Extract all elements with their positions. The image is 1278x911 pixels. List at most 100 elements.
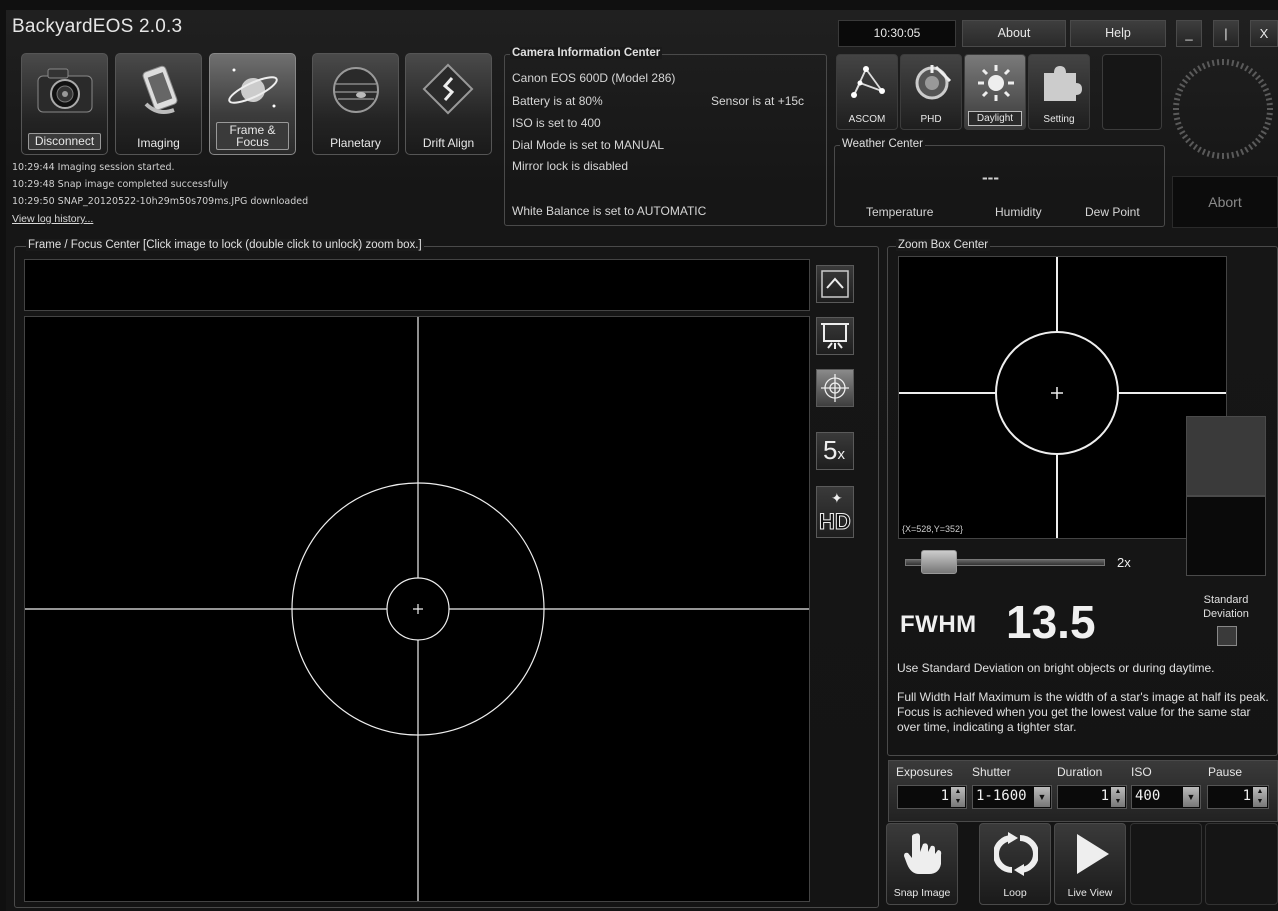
drift-align-label: Drift Align: [422, 136, 475, 150]
background-swatch: [1186, 496, 1266, 576]
minimize-button[interactable]: _: [1176, 20, 1202, 47]
dial-tick: [1181, 78, 1188, 84]
dial-tick: [1258, 134, 1265, 140]
snap-image-button[interactable]: Snap Image: [886, 823, 958, 905]
fwhm-description: Full Width Half Maximum is the width of …: [897, 690, 1269, 734]
dial-tick: [1179, 130, 1186, 135]
exposures-value: 1: [940, 788, 949, 804]
shutter-header: Shutter: [972, 765, 1011, 779]
hd-icon: HD: [819, 509, 852, 535]
brightness-swatch: [1186, 416, 1266, 496]
dial-tick: [1260, 130, 1267, 135]
camera-info-title: Camera Information Center: [510, 47, 663, 59]
zoom-level-label: 2x: [1117, 555, 1131, 570]
dial-tick: [1211, 151, 1215, 159]
dial-tick: [1173, 112, 1180, 116]
dial-tick: [1173, 102, 1180, 106]
play-icon: [1077, 834, 1109, 874]
dial-tick: [1206, 61, 1211, 68]
shutter-value: 1-1600: [976, 788, 1027, 804]
pause-header: Pause: [1208, 765, 1243, 779]
stepper-arrows-icon[interactable]: ▲ ▼: [1111, 787, 1125, 807]
dial-tick: [1239, 62, 1245, 70]
planet-icon: [228, 68, 278, 108]
dial-tick: [1235, 61, 1240, 68]
view-log-history-link[interactable]: View log history...: [12, 213, 93, 225]
target-button[interactable]: [816, 369, 854, 407]
dial-tick: [1216, 152, 1220, 159]
help-button[interactable]: Help: [1070, 20, 1166, 47]
zoom-coords: {X=528,Y=352}: [902, 524, 964, 534]
sparkle-icon: ✦: [831, 490, 843, 506]
dial-tick: [1206, 150, 1211, 157]
collapse-up-icon: [821, 270, 849, 298]
iso-header: ISO: [1131, 765, 1152, 779]
std-dev-label: Standard Deviation: [1203, 594, 1249, 620]
projector-button[interactable]: [816, 317, 854, 355]
zoom-5x-button[interactable]: 5x: [816, 432, 854, 470]
camera-model: Canon EOS 600D (Model 286): [512, 71, 676, 85]
hd-button[interactable]: ✦ HD: [816, 486, 854, 538]
weather-title: Weather Center: [840, 138, 925, 150]
humidity-label: Humidity: [995, 205, 1042, 219]
dial-tick: [1244, 146, 1249, 153]
drift-align-button[interactable]: Drift Align: [405, 53, 492, 155]
image-canvas[interactable]: [24, 316, 810, 902]
frame-focus-label: Frame & Focus: [216, 122, 289, 150]
pause-stepper[interactable]: 1 ▲ ▼: [1207, 785, 1269, 809]
dial-tick: [1255, 137, 1261, 144]
restore-button[interactable]: |: [1213, 20, 1239, 47]
dial-tick: [1251, 71, 1258, 77]
shutter-select[interactable]: 1-1600 ▼: [972, 785, 1052, 809]
zoom-slider[interactable]: [905, 550, 1105, 574]
loop-button[interactable]: Loop: [979, 823, 1051, 905]
pause-value: 1: [1242, 788, 1251, 804]
frame-focus-button[interactable]: Frame & Focus: [209, 53, 296, 155]
disconnect-button[interactable]: Disconnect: [21, 53, 108, 155]
exposures-stepper[interactable]: 1 ▲ ▼: [897, 785, 967, 809]
app-title: BackyardEOS 2.0.3: [12, 16, 183, 37]
imaging-label: Imaging: [137, 136, 180, 150]
zoom-5x-suffix: x: [837, 446, 845, 463]
live-view-button[interactable]: Live View: [1054, 823, 1126, 905]
dial-tick: [1188, 71, 1195, 77]
dial-tick: [1185, 137, 1191, 144]
dial-tick: [1239, 148, 1245, 156]
duration-stepper[interactable]: 1 ▲ ▼: [1057, 785, 1127, 809]
loop-icon: [994, 832, 1038, 876]
crosshair-overlay: [25, 317, 809, 901]
imaging-button[interactable]: Imaging: [115, 53, 202, 155]
dial-tick: [1266, 112, 1273, 116]
dew-point-label: Dew Point: [1085, 205, 1140, 219]
collapse-up-button[interactable]: [816, 265, 854, 303]
planetary-button[interactable]: Planetary: [312, 53, 399, 155]
stepper-arrows-icon[interactable]: ▲ ▼: [951, 787, 965, 807]
std-dev-checkbox[interactable]: [1217, 626, 1237, 646]
close-button[interactable]: X: [1250, 20, 1278, 47]
clock: 10:30:05: [838, 20, 956, 47]
chevron-down-icon: ▼: [1034, 787, 1050, 807]
setting-button[interactable]: Setting: [1028, 54, 1090, 130]
jupiter-icon: [333, 67, 379, 113]
phd-button[interactable]: PHD: [900, 54, 962, 130]
stepper-arrows-icon[interactable]: ▲ ▼: [1253, 787, 1267, 807]
zoom-slider-thumb[interactable]: [921, 550, 958, 574]
dial-tick: [1262, 125, 1270, 131]
temperature-label: Temperature: [866, 205, 934, 219]
iso-select[interactable]: 400 ▼: [1131, 785, 1201, 809]
about-button[interactable]: About: [962, 20, 1066, 47]
abort-button[interactable]: Abort: [1172, 176, 1278, 228]
ascom-button[interactable]: ASCOM: [836, 54, 898, 130]
dial-tick: [1226, 152, 1230, 159]
zoom-crosshair: [899, 257, 1226, 538]
dial-tick: [1173, 117, 1181, 121]
dial-tick: [1173, 97, 1181, 101]
dial-tick: [1258, 78, 1265, 84]
dial-tick: [1262, 87, 1270, 93]
zoom-box-title: Zoom Box Center: [896, 239, 991, 251]
daylight-button[interactable]: Daylight: [964, 54, 1026, 130]
zoom-canvas[interactable]: {X=528,Y=352}: [898, 256, 1227, 539]
dial-tick: [1265, 97, 1273, 101]
dial-tick: [1176, 125, 1184, 131]
dial-tick: [1197, 65, 1202, 72]
